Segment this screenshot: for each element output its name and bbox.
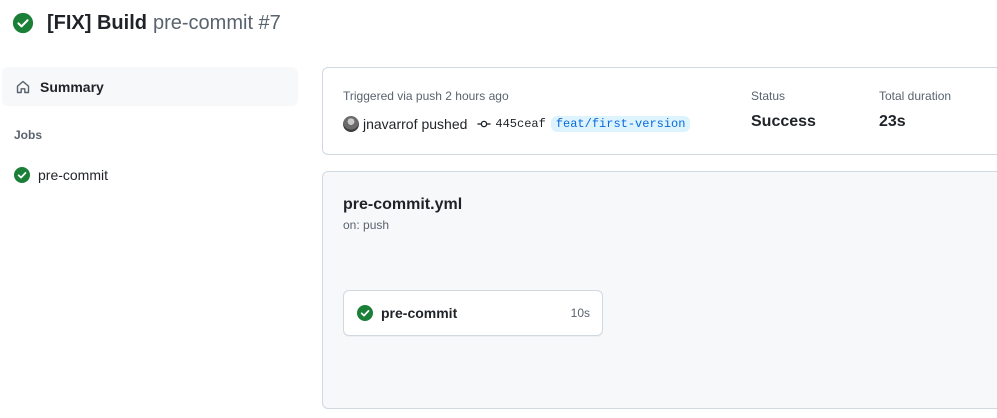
git-commit-icon — [477, 120, 491, 128]
workflow-trigger: on: push — [343, 218, 390, 232]
triggered-text: Triggered via push 2 hours ago — [343, 89, 509, 103]
sidebar: Summary Jobs pre-commit — [0, 67, 298, 183]
job-card-pre-commit[interactable]: pre-commit 10s — [343, 290, 603, 336]
check-circle-icon — [357, 305, 373, 321]
job-name: pre-commit — [381, 305, 458, 321]
actor-link[interactable]: jnavarrof — [363, 116, 417, 132]
sidebar-item-label: Summary — [40, 78, 104, 95]
workflow-file-name: pre-commit.yml — [343, 196, 463, 213]
branch-label[interactable]: feat/first-version — [550, 116, 691, 132]
job-duration: 10s — [570, 306, 590, 320]
check-circle-icon — [12, 12, 34, 34]
page-title: [FIX] Build — [47, 11, 147, 34]
workflow-graph: pre-commit.yml on: push pre-commit 10s — [322, 171, 997, 409]
run-subtitle: pre-commit #7 — [152, 11, 281, 34]
run-header: [FIX] Build pre-commit #7 — [12, 10, 281, 36]
home-icon — [16, 80, 30, 93]
status-value: Success — [751, 113, 816, 130]
duration-label: Total duration — [879, 89, 952, 103]
check-circle-icon — [14, 167, 30, 183]
commit-sha-link[interactable]: 445ceaf — [495, 117, 545, 131]
actor-row: jnavarrof pushed 445ceaf feat/first-vers… — [343, 114, 691, 134]
avatar[interactable] — [343, 116, 359, 132]
status-label: Status — [751, 89, 786, 103]
sidebar-item-summary[interactable]: Summary — [2, 67, 298, 106]
run-summary-card: Triggered via push 2 hours ago jnavarrof… — [322, 67, 997, 155]
action-text: pushed — [421, 116, 468, 132]
jobs-heading: Jobs — [14, 128, 43, 142]
sidebar-item-pre-commit[interactable]: pre-commit — [2, 161, 298, 189]
duration-value: 23s — [879, 113, 906, 130]
sidebar-item-label: pre-commit — [38, 167, 109, 183]
